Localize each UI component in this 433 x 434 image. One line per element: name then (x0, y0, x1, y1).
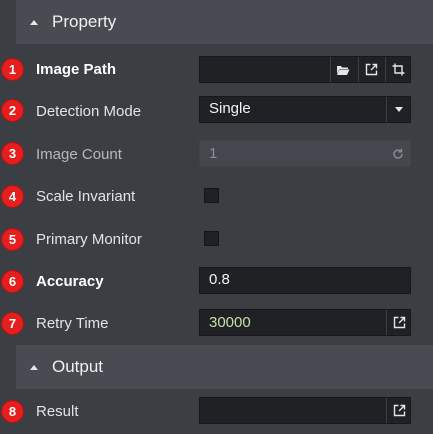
label-scale-invariant: Scale Invariant (36, 188, 136, 205)
dropdown-arrow-icon[interactable] (386, 97, 411, 122)
badge-1: 1 (2, 59, 23, 80)
collapse-caret-icon[interactable] (30, 364, 38, 370)
section-header-property[interactable]: Property (16, 0, 433, 44)
open-external-icon[interactable] (386, 310, 411, 335)
badge-6: 6 (2, 271, 23, 292)
accuracy-input[interactable]: 0.8 (199, 267, 411, 294)
row-scale-invariant: 4 Scale Invariant (0, 176, 433, 218)
scale-invariant-checkbox[interactable] (204, 188, 219, 203)
label-detection-mode: Detection Mode (36, 103, 142, 120)
badge-8: 8 (2, 401, 23, 422)
row-image-path: 1 Image Path (0, 48, 433, 90)
image-count-field: 1 (199, 140, 411, 167)
refresh-icon (386, 141, 410, 166)
badge-5: 5 (2, 229, 23, 250)
badge-4: 4 (2, 186, 23, 207)
section-header-output[interactable]: Output (16, 345, 433, 389)
folder-open-icon[interactable] (330, 57, 355, 82)
detection-mode-select[interactable]: Single (199, 96, 411, 123)
property-panel: Property 1 Image Path 2 Detection Mode S… (0, 0, 433, 434)
detection-mode-value: Single (209, 100, 251, 117)
collapse-caret-icon[interactable] (30, 19, 38, 25)
badge-3: 3 (2, 143, 23, 164)
badge-2: 2 (2, 100, 23, 121)
row-result: 8 Result (0, 389, 433, 431)
primary-monitor-checkbox[interactable] (204, 231, 219, 246)
row-image-count: 3 Image Count 1 (0, 133, 433, 175)
image-count-value: 1 (209, 145, 218, 162)
section-title-output: Output (52, 357, 104, 376)
row-detection-mode: 2 Detection Mode Single (0, 90, 433, 132)
badge-7: 7 (2, 313, 23, 334)
label-retry-time: Retry Time (36, 315, 109, 332)
section-title-property: Property (52, 12, 117, 31)
accuracy-value: 0.8 (209, 271, 230, 288)
row-primary-monitor: 5 Primary Monitor (0, 218, 433, 260)
label-primary-monitor: Primary Monitor (36, 231, 142, 248)
retry-time-input[interactable]: 30000 (199, 309, 411, 336)
crop-icon[interactable] (385, 57, 410, 82)
retry-time-value: 30000 (209, 314, 251, 331)
label-result: Result (36, 403, 79, 420)
label-accuracy: Accuracy (36, 273, 104, 290)
row-retry-time: 7 Retry Time 30000 (0, 302, 433, 344)
label-image-count: Image Count (36, 146, 122, 163)
result-field[interactable] (199, 397, 411, 424)
open-external-icon[interactable] (358, 57, 383, 82)
label-image-path: Image Path (36, 61, 117, 78)
open-external-icon[interactable] (386, 398, 411, 423)
row-accuracy: 6 Accuracy 0.8 (0, 260, 433, 302)
image-path-field[interactable] (199, 56, 411, 83)
